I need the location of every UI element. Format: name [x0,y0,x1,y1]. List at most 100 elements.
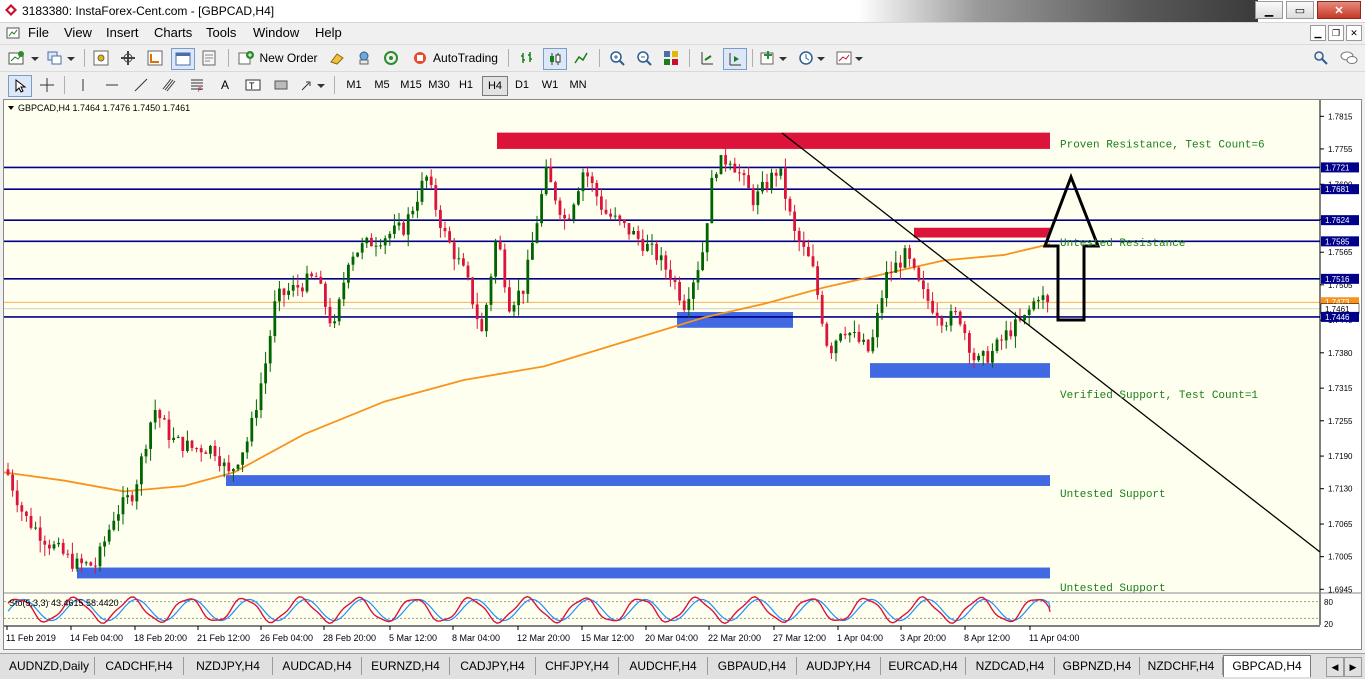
templates-icon[interactable] [834,48,868,68]
candle-body [770,172,773,189]
candle-body [190,440,194,449]
price-chart[interactable]: Proven Resistance, Test Count=6 Untested … [3,100,1361,649]
candle-body [117,514,120,521]
tab-gbpaud-h4[interactable]: GBPAUD,H4 [708,657,797,675]
zoom-out-icon[interactable] [633,48,655,68]
tf-m5[interactable]: M5 [370,76,394,94]
menu-help[interactable]: Help [315,25,342,40]
vertical-line-icon[interactable] [72,75,94,95]
tab-gbpnzd-h4[interactable]: GBPNZD,H4 [1055,657,1140,675]
tf-d1[interactable]: D1 [510,76,534,94]
line-chart-icon[interactable] [570,48,592,68]
tab-eurcad-h4[interactable]: EURCAD,H4 [881,657,966,675]
menu-insert[interactable]: Insert [106,25,139,40]
tf-w1[interactable]: W1 [538,76,562,94]
new-chart-icon[interactable] [6,48,42,68]
stoch-tick-80: 80 [1324,598,1333,607]
support-zone[interactable] [870,363,1050,378]
chart-shift-icon[interactable] [696,48,718,68]
menu-file[interactable]: File [28,25,49,40]
text-label-icon[interactable]: T [242,75,264,95]
candle-body [991,350,994,363]
expert-editor-icon[interactable] [326,48,348,68]
tab-nzdcad-h4[interactable]: NZDCAD,H4 [966,657,1055,675]
text-tool-icon[interactable]: A [214,75,236,95]
signals-icon[interactable] [353,48,375,68]
periods-icon[interactable] [796,48,830,68]
indicators-icon[interactable] [758,48,792,68]
fibonacci-icon[interactable]: F [186,75,208,95]
autotrading-button[interactable]: AutoTrading [408,48,502,68]
market-icon[interactable] [380,48,402,68]
chart-window[interactable]: Proven Resistance, Test Count=6 Untested … [3,99,1362,650]
time-tick-label: 26 Feb 04:00 [260,633,313,643]
resistance-zone[interactable] [914,227,1050,238]
candle-body [508,287,511,312]
tab-nzdjpy-h4[interactable]: NZDJPY,H4 [184,657,273,675]
candle-body [1041,295,1045,300]
candle-body [149,422,152,449]
new-order-button[interactable]: New Order [236,48,320,68]
auto-scroll-icon[interactable] [723,48,747,70]
tf-mn[interactable]: MN [566,76,590,94]
tab-audnzd-daily[interactable]: AUDNZD,Daily [4,657,95,675]
cursor-icon[interactable] [8,75,32,97]
tab-cadjpy-h4[interactable]: CADJPY,H4 [450,657,536,675]
tab-scroll-right-icon[interactable]: ▶ [1344,657,1362,677]
maximize-button[interactable]: ▭ [1286,1,1314,19]
chart-window-icon[interactable] [6,26,20,40]
mdi-close-button[interactable]: ✕ [1346,25,1362,41]
resistance-zone[interactable] [497,132,1050,149]
minimize-button[interactable]: ▁ [1255,1,1283,19]
profiles-icon[interactable] [46,48,78,68]
tf-h1[interactable]: H1 [454,76,478,94]
candle-body [609,213,612,217]
market-watch-icon[interactable] [90,48,112,68]
candle-body [439,209,442,228]
candle-body [273,301,277,337]
tab-gbpcad-h4[interactable]: GBPCAD,H4 [1223,655,1311,677]
navigator-icon[interactable] [144,48,166,68]
candle-body [751,188,755,206]
tab-audjpy-h4[interactable]: AUDJPY,H4 [797,657,881,675]
candle-body [922,280,925,290]
mdi-minimize-button[interactable]: ▁ [1310,25,1326,41]
strategy-tester-icon[interactable] [198,48,220,68]
horizontal-line-icon[interactable] [101,75,123,95]
crosshair-icon[interactable] [36,75,58,95]
tf-m30[interactable]: M30 [426,76,452,94]
tf-h4[interactable]: H4 [482,76,508,96]
arrows-dropdown-icon[interactable] [298,75,328,95]
tf-m1[interactable]: M1 [342,76,366,94]
trendline-icon[interactable] [130,75,152,95]
rectangle-icon[interactable] [270,75,292,95]
terminal-icon[interactable] [171,48,195,70]
tf-m15[interactable]: M15 [398,76,424,94]
tab-audchf-h4[interactable]: AUDCHF,H4 [619,657,708,675]
channel-icon[interactable] [158,75,180,95]
tab-scroll-left-icon[interactable]: ◀ [1326,657,1344,677]
tab-eurnzd-h4[interactable]: EURNZD,H4 [362,657,450,675]
title-gradient [858,0,1258,22]
bar-chart-icon[interactable] [516,48,538,68]
tab-audcad-h4[interactable]: AUDCAD,H4 [273,657,362,675]
new-order-icon [238,51,255,65]
tab-nzdchf-h4[interactable]: NZDCHF,H4 [1140,657,1223,675]
support-zone[interactable] [77,567,1050,579]
close-button[interactable]: ✕ [1317,1,1361,19]
menu-tools[interactable]: Tools [206,25,236,40]
menu-charts[interactable]: Charts [154,25,192,40]
data-window-icon[interactable] [117,48,139,68]
menu-window[interactable]: Window [253,25,299,40]
tab-cadchf-h4[interactable]: CADCHF,H4 [95,657,184,675]
support-zone[interactable] [226,475,1050,486]
tile-windows-icon[interactable] [660,48,682,68]
zoom-in-icon[interactable] [606,48,628,68]
mdi-restore-button[interactable]: ❐ [1328,25,1344,41]
candlestick-chart-icon[interactable] [543,48,567,70]
chat-icon[interactable] [1338,48,1360,68]
menu-view[interactable]: View [64,25,92,40]
tab-chfjpy-h4[interactable]: CHFJPY,H4 [536,657,619,675]
search-icon[interactable] [1310,48,1332,68]
candle-body [337,299,341,322]
